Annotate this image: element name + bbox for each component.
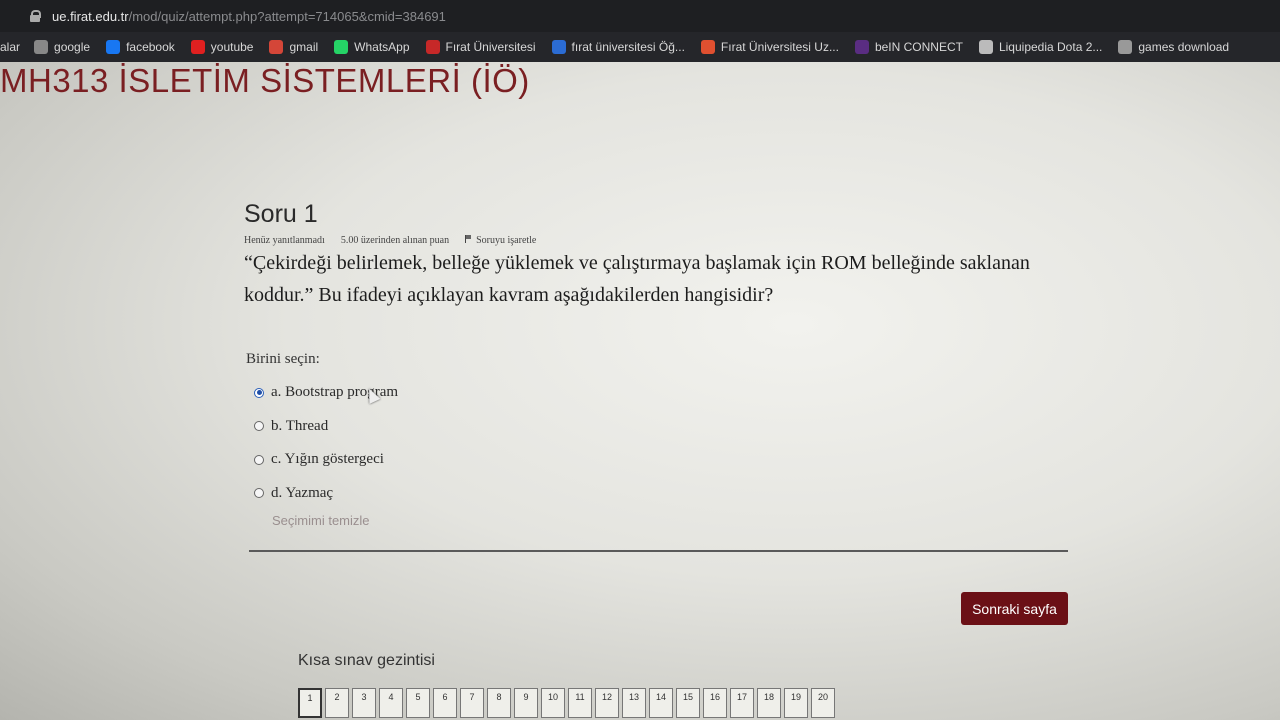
radio-button[interactable] (254, 387, 264, 398)
quiz-nav-item[interactable]: 13 (622, 688, 646, 718)
quiz-nav-item[interactable]: 14 (649, 688, 673, 718)
answer-option-4[interactable]: d. Yazmaç (254, 477, 1068, 511)
flag-label: Soruyu işaretle (476, 235, 537, 246)
question-title: Soru 1 (244, 200, 318, 228)
flag-icon (465, 235, 472, 243)
bookmark-label: WhatsApp (354, 40, 410, 54)
whatsapp-icon (334, 40, 349, 54)
bookmark-9[interactable]: beIN CONNECT (854, 40, 963, 54)
question-status: Henüz yanıtlanmadı (244, 235, 325, 246)
question-block: Soru 1 Henüz yanıtlanmadı 5.00 üzerinden… (244, 200, 1068, 530)
bookmarks-bar: alar google facebook youtube gmail WhatsApp F… (0, 32, 1280, 62)
wordpress-icon (1118, 40, 1133, 54)
quiz-nav-item[interactable]: 20 (811, 688, 835, 718)
quiz-nav-item[interactable]: 6 (433, 688, 457, 718)
bookmark-label: youtube (210, 40, 254, 54)
bookmarks-prefix: alar (0, 40, 21, 54)
bookmark-label: google (54, 40, 91, 54)
firat-icon (425, 40, 440, 54)
course-title: MH313 İSLETİM SİSTEMLERİ (İÖ) (0, 62, 530, 99)
question-text: “Çekirdeği belirlemek, belleğe yüklemek … (244, 252, 1030, 306)
quiz-nav-item[interactable]: 3 (352, 688, 376, 718)
globe-icon (551, 40, 566, 54)
bookmark-11[interactable]: games download (1118, 40, 1229, 54)
youtube-icon (190, 40, 205, 54)
facebook-icon (106, 40, 121, 54)
clear-selection-link[interactable]: Seçimimi temizle (272, 510, 1068, 530)
bookmark-8[interactable]: Fırat Üniversitesi Uz... (700, 40, 839, 54)
google-icon (34, 40, 49, 54)
quiz-nav-item[interactable]: 18 (757, 688, 781, 718)
quiz-nav-item[interactable]: 7 (460, 688, 484, 718)
flag-question-button[interactable]: Soruyu işaretle (465, 235, 536, 246)
answer-option-2[interactable]: b. Thread (254, 410, 1068, 444)
bookmark-label: games download (1138, 40, 1230, 54)
bookmark-label: gmail (289, 40, 319, 54)
url-path: /mod/quiz/attempt.php?attempt=714065&cmi… (128, 8, 446, 24)
bookmark-label: Fırat Üniversitesi Uz... (720, 40, 839, 54)
bookmark-label: Fırat Üniversitesi (445, 40, 536, 54)
quiz-navigation-title: Kısa sınav gezintisi (298, 652, 435, 669)
quiz-nav-item[interactable]: 4 (379, 688, 403, 718)
quiz-navigation-grid: 1 2 3 4 5 6 7 8 9 10 11 12 13 14 15 16 17 18 19 20 (298, 688, 835, 718)
quiz-nav-item[interactable]: 11 (568, 688, 592, 718)
bookmark-label: facebook (126, 40, 175, 54)
answer-label: d. Yazmaç (271, 484, 334, 501)
url-host: ue.firat.edu.tr (52, 8, 129, 24)
bookmark-10[interactable]: Liquipedia Dota 2... (978, 40, 1103, 54)
quiz-nav-item[interactable]: 12 (595, 688, 619, 718)
star-icon (978, 40, 993, 54)
quiz-nav-item[interactable]: 1 (298, 688, 322, 718)
question-points: 5.00 üzerinden alınan puan (340, 235, 450, 246)
next-page-button[interactable]: Sonraki sayfa (961, 592, 1068, 625)
answer-label: c. Yığın göstergeci (271, 451, 384, 468)
bookmark-6[interactable]: Fırat Üniversitesi (425, 40, 536, 54)
quiz-nav-item[interactable]: 10 (541, 688, 565, 718)
bookmark-2[interactable]: facebook (106, 40, 175, 54)
answer-label: b. Thread (271, 417, 329, 434)
quiz-nav-item[interactable]: 16 (703, 688, 727, 718)
quiz-nav-item[interactable]: 2 (325, 688, 349, 718)
bookmark-3[interactable]: youtube (190, 40, 254, 54)
quiz-nav-item[interactable]: 5 (406, 688, 430, 718)
bookmark-7[interactable]: fırat üniversitesi Öğ... (551, 40, 685, 54)
question-meta: Henüz yanıtlanmadı 5.00 üzerinden alınan… (244, 235, 1068, 246)
answer-prompt: Birini seçin: (246, 351, 320, 367)
answer-option-3[interactable]: c. Yığın göstergeci (254, 443, 1068, 477)
bookmark-label: Liquipedia Dota 2... (998, 40, 1103, 54)
bookmark-1[interactable]: google (34, 40, 90, 54)
gmail-icon (269, 40, 284, 54)
circle-logo-icon (700, 40, 715, 54)
address-bar[interactable]: ue.firat.edu.tr/mod/quiz/attempt.php?att… (0, 0, 1280, 32)
quiz-nav-item[interactable]: 8 (487, 688, 511, 718)
lock-icon (30, 10, 41, 22)
quiz-nav-item[interactable]: 19 (784, 688, 808, 718)
radio-button[interactable] (254, 454, 264, 465)
bookmark-4[interactable]: gmail (269, 40, 318, 54)
bein-icon (854, 40, 869, 54)
quiz-nav-item[interactable]: 9 (514, 688, 538, 718)
bookmark-label: beIN CONNECT (874, 40, 963, 54)
bookmark-5[interactable]: WhatsApp (334, 40, 410, 54)
radio-button[interactable] (254, 488, 264, 499)
divider (249, 550, 1068, 552)
quiz-nav-item[interactable]: 15 (676, 688, 700, 718)
radio-button[interactable] (254, 421, 264, 432)
bookmark-label: fırat üniversitesi Öğ... (571, 40, 685, 54)
quiz-nav-item[interactable]: 17 (730, 688, 754, 718)
